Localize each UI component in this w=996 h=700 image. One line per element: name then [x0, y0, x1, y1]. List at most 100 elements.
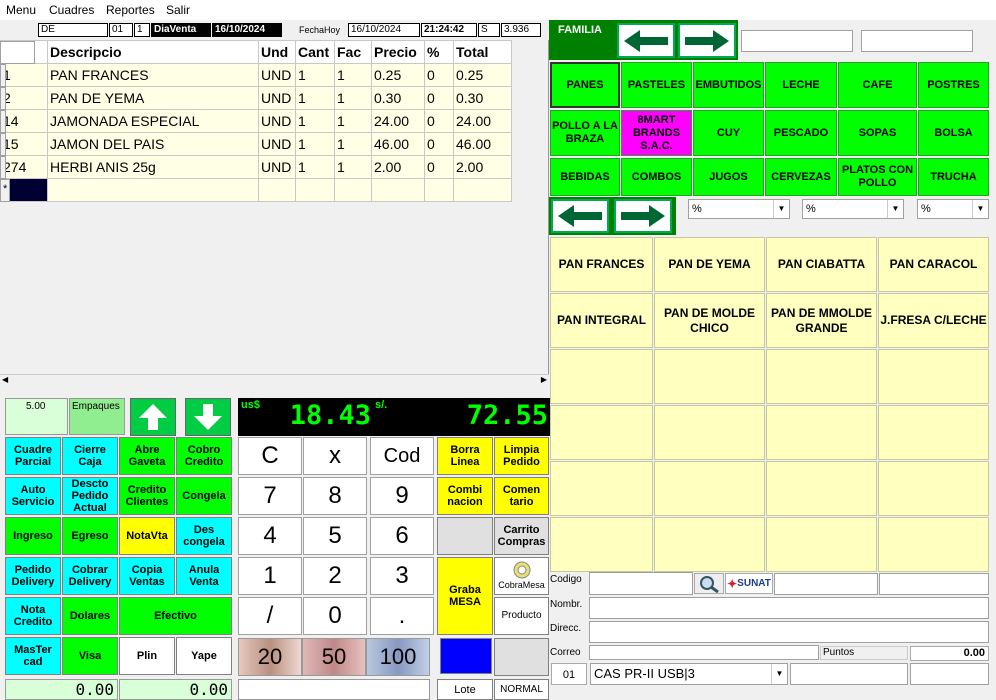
scroll-right-icon[interactable]: ▶ [541, 375, 547, 384]
product-pan-ciabatta[interactable]: PAN CIABATTA [766, 237, 877, 292]
function-button-yape[interactable]: Yape [176, 637, 232, 675]
blank-button[interactable] [437, 517, 493, 555]
product-next-button[interactable] [614, 199, 672, 233]
product-slot-empty[interactable] [550, 349, 653, 404]
serie-field[interactable]: 01 [551, 663, 587, 685]
table-cell[interactable] [453, 178, 512, 202]
sunat-button[interactable]: ✦ SUNAT [725, 573, 773, 594]
product-slot-empty[interactable] [878, 517, 989, 572]
carrito-compras-button[interactable]: Carrito Compras [494, 517, 549, 555]
col-header-total[interactable]: Total [453, 40, 512, 64]
table-cell[interactable]: 1 [295, 63, 335, 87]
row-selector[interactable] [0, 63, 6, 87]
new-row[interactable]: * [0, 178, 512, 202]
down-arrow-button[interactable] [185, 398, 231, 436]
correo-field[interactable] [589, 645, 819, 660]
keypad-key-cod[interactable]: Cod [370, 437, 434, 475]
table-cell[interactable]: 1 [295, 132, 335, 156]
table-cell[interactable]: 1 [334, 132, 372, 156]
header-field-1[interactable]: DE [38, 23, 108, 37]
familia-next-button[interactable] [678, 23, 736, 58]
function-button-auto-servicio[interactable]: Auto Servicio [5, 477, 61, 515]
extra-field-2[interactable] [910, 663, 989, 685]
product-pan-caracol[interactable]: PAN CARACOL [878, 237, 989, 292]
product-pan-de-mmolde-grande[interactable]: PAN DE MMOLDE GRANDE [766, 293, 877, 348]
header-field-3[interactable]: 1 [134, 23, 150, 37]
limpia-pedido-button[interactable]: Limpia Pedido [494, 437, 549, 475]
row-selector[interactable] [0, 155, 6, 179]
bill-20-button[interactable]: 20 [238, 638, 302, 676]
table-cell[interactable]: 0 [424, 132, 454, 156]
function-button-visa[interactable]: Visa [62, 637, 118, 675]
familia-cuy[interactable]: CUY [693, 110, 764, 156]
familia-postres[interactable]: POSTRES [918, 62, 989, 108]
product-pan-de-molde-chico[interactable]: PAN DE MOLDE CHICO [654, 293, 765, 348]
table-row[interactable]: 15 JAMON DEL PAIS UND 1 1 46.00 0 46.00 [0, 132, 512, 156]
horizontal-scrollbar[interactable]: ◀ ▶ [0, 374, 549, 384]
familia-pescado[interactable]: PESCADO [765, 110, 837, 156]
function-button-egreso[interactable]: Egreso [62, 517, 118, 555]
table-cell[interactable]: JAMONADA ESPECIAL [47, 109, 259, 133]
lote-button[interactable]: Lote [437, 679, 493, 700]
chevron-down-icon[interactable]: ▼ [887, 200, 903, 218]
row-selector[interactable] [0, 86, 6, 110]
filter-select-2[interactable]: % ▼ [802, 199, 904, 219]
familia-8mart-brands-s-a-c-[interactable]: 8MART BRANDS S.A.C. [621, 110, 692, 156]
product-j-fresa-c-leche[interactable]: J.FRESA C/LECHE [878, 293, 989, 348]
familia-bebidas[interactable]: BEBIDAS [550, 158, 620, 196]
keypad-key-1[interactable]: 1 [238, 557, 302, 595]
table-row[interactable]: 1 PAN FRANCES UND 1 1 0.25 0 0.25 [0, 63, 512, 87]
menu-item-cuadres[interactable]: Cuadres [49, 3, 94, 17]
product-slot-empty[interactable] [654, 349, 765, 404]
product-pan-de-yema[interactable]: PAN DE YEMA [654, 237, 765, 292]
product-slot-empty[interactable] [654, 517, 765, 572]
table-row[interactable]: 2 PAN DE YEMA UND 1 1 0.30 0 0.30 [0, 86, 512, 110]
function-button-cuadre-parcial[interactable]: Cuadre Parcial [5, 437, 61, 475]
product-slot-empty[interactable] [766, 405, 877, 460]
table-cell[interactable]: UND [258, 132, 296, 156]
familia-prev-button[interactable] [617, 23, 675, 58]
familia-leche[interactable]: LECHE [765, 62, 837, 108]
scroll-left-icon[interactable]: ◀ [2, 375, 8, 384]
function-button-credito-clientes[interactable]: Credito Clientes [119, 477, 175, 515]
function-button-cobrar-delivery[interactable]: Cobrar Delivery [62, 557, 118, 595]
up-arrow-button[interactable] [130, 398, 176, 436]
menu-item-menu[interactable]: Menu [6, 3, 36, 17]
codigo-field[interactable] [589, 572, 693, 595]
familia-sopas[interactable]: SOPAS [838, 110, 917, 156]
input-field[interactable] [238, 679, 430, 700]
familia-pollo-a-la-braza[interactable]: POLLO A LA BRAZA [550, 110, 620, 156]
table-cell[interactable]: JAMON DEL PAIS [47, 132, 259, 156]
table-cell[interactable]: 46.00 [453, 132, 512, 156]
table-cell[interactable] [334, 178, 372, 202]
printer-select[interactable]: CAS PR-II USB|3 ▼ [590, 663, 788, 685]
client-field-a[interactable] [774, 573, 878, 595]
table-cell[interactable]: 14 [0, 109, 48, 133]
table-cell[interactable]: UND [258, 86, 296, 110]
table-cell[interactable]: 0 [424, 86, 454, 110]
table-cell[interactable]: 24.00 [453, 109, 512, 133]
table-cell[interactable]: HERBI ANIS 25g [47, 155, 259, 179]
col-header-cant[interactable]: Cant [295, 40, 335, 64]
function-button-notavta[interactable]: NotaVta [119, 517, 175, 555]
keypad-key-8[interactable]: 8 [303, 477, 367, 515]
product-slot-empty[interactable] [878, 405, 989, 460]
table-cell[interactable]: 0.25 [453, 63, 512, 87]
function-button-nota-credito[interactable]: Nota Credito [5, 597, 61, 635]
bill-100-button[interactable]: 100 [366, 638, 430, 676]
menu-item-reportes[interactable]: Reportes [106, 3, 155, 17]
table-cell[interactable]: 1 [295, 86, 335, 110]
table-row[interactable]: 274 HERBI ANIS 25g UND 1 1 2.00 0 2.00 [0, 155, 512, 179]
header-field-2[interactable]: 01 [109, 23, 133, 37]
keypad-key-x[interactable]: x [303, 437, 367, 475]
product-slot-empty[interactable] [654, 461, 765, 516]
table-cell[interactable]: 1 [295, 109, 335, 133]
familia-jugos[interactable]: JUGOS [693, 158, 764, 196]
product-slot-empty[interactable] [878, 349, 989, 404]
extra-field-1[interactable] [790, 663, 908, 685]
search-button[interactable] [694, 573, 724, 594]
product-slot-empty[interactable] [878, 461, 989, 516]
chevron-down-icon[interactable]: ▼ [972, 200, 988, 218]
familia-cafe[interactable]: CAFE [838, 62, 917, 108]
table-cell[interactable]: PAN FRANCES [47, 63, 259, 87]
